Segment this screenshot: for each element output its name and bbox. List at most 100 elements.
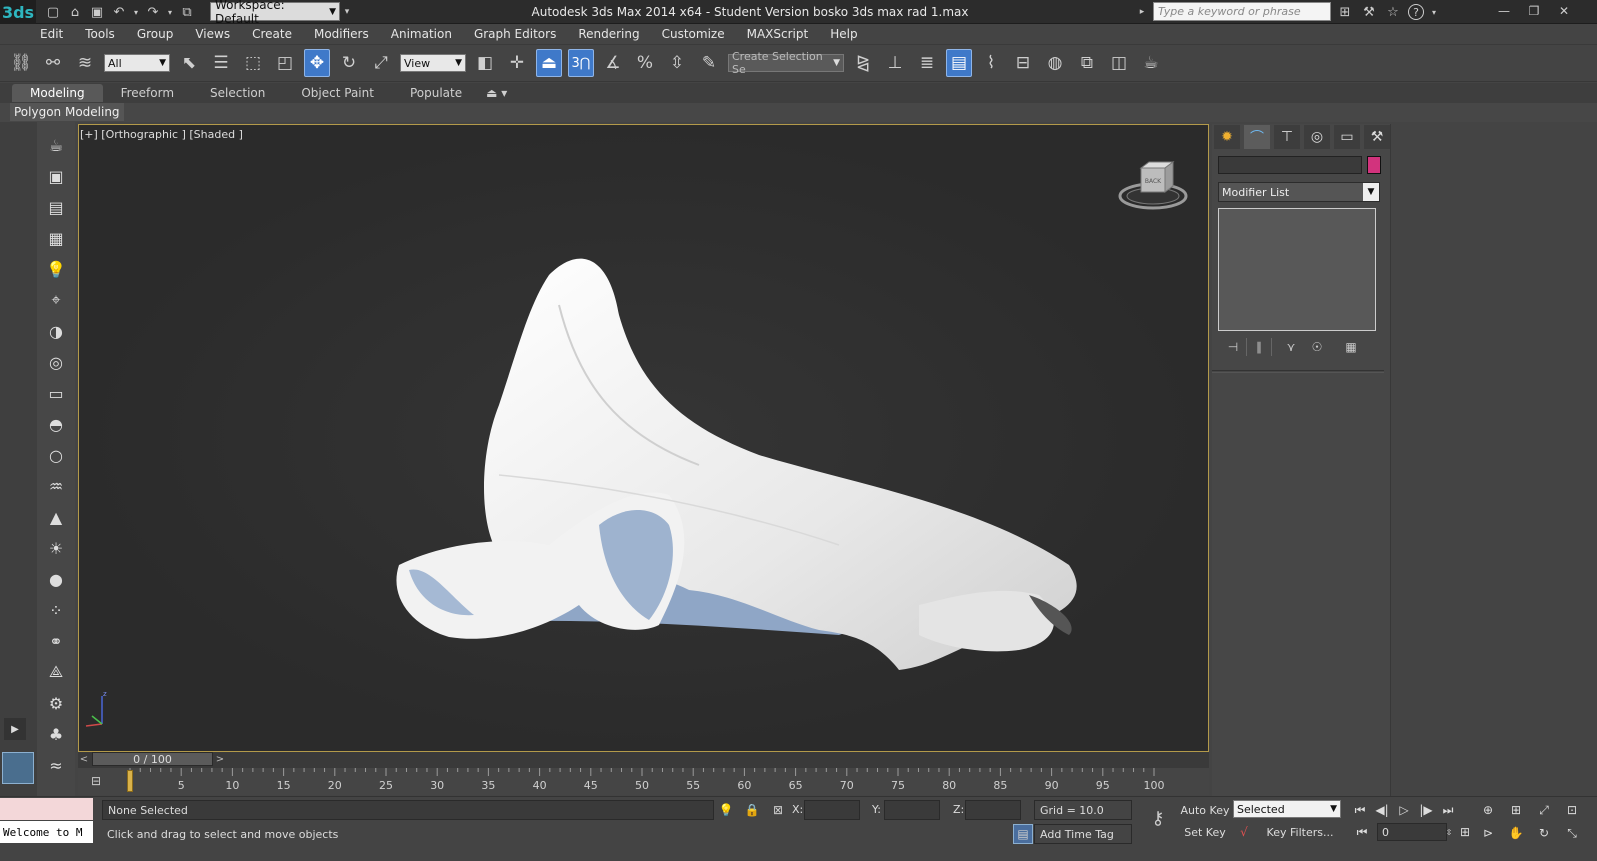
plane-icon[interactable]: ▭ bbox=[44, 381, 68, 405]
tab-freeform[interactable]: Freeform bbox=[103, 84, 192, 102]
ribbon-panel-polygon-modeling[interactable]: Polygon Modeling bbox=[10, 103, 124, 121]
display-tab-icon[interactable]: ▭ bbox=[1334, 125, 1360, 149]
undo-icon[interactable]: ↶ bbox=[110, 3, 128, 21]
pivot-center-icon[interactable]: ◧ bbox=[472, 49, 498, 77]
show-end-result-icon[interactable]: ∥ bbox=[1246, 338, 1272, 356]
star-icon[interactable]: ☆ bbox=[1384, 3, 1402, 21]
time-slider-prev-icon[interactable]: < bbox=[78, 752, 90, 766]
pan-view-icon[interactable]: ✋ bbox=[1506, 823, 1526, 843]
go-to-start-icon[interactable]: ⏮ bbox=[1350, 800, 1370, 820]
zoom-all-icon[interactable]: ⊞ bbox=[1506, 800, 1526, 820]
maxscript-listener[interactable]: Welcome to M bbox=[0, 821, 93, 843]
menu-animation[interactable]: Animation bbox=[391, 27, 452, 41]
set-key-button[interactable]: Set Key bbox=[1180, 822, 1230, 842]
time-slider-thumb[interactable]: 0 / 100 bbox=[92, 752, 213, 766]
schematic-view-icon[interactable]: ⊟ bbox=[1010, 49, 1036, 77]
menu-create[interactable]: Create bbox=[252, 27, 292, 41]
scene-list-icon[interactable]: ▤ bbox=[44, 195, 68, 219]
select-and-link-icon[interactable]: ⛓ bbox=[8, 49, 34, 77]
workspace-dropdown[interactable]: Workspace: Default ▼ bbox=[210, 0, 340, 26]
menu-graph-editors[interactable]: Graph Editors bbox=[474, 27, 556, 41]
key-mode-toggle-icon[interactable]: ⏮ bbox=[1352, 822, 1372, 842]
named-selection-sets-dropdown[interactable]: Create Selection Se ▼ bbox=[728, 50, 844, 76]
selection-lock-icon[interactable]: 🔒 bbox=[742, 800, 762, 820]
menu-rendering[interactable]: Rendering bbox=[578, 27, 639, 41]
tab-populate[interactable]: Populate bbox=[392, 84, 480, 102]
reference-coordinate-dropdown[interactable]: View ▼ bbox=[400, 54, 466, 72]
menu-tools[interactable]: Tools bbox=[85, 27, 115, 41]
molecule-icon[interactable]: ⚭ bbox=[44, 629, 68, 653]
time-tag-icon[interactable]: ▤ bbox=[1013, 824, 1033, 844]
modifier-list-dropdown[interactable]: Modifier List ▼ bbox=[1218, 182, 1380, 202]
foliage-icon[interactable]: ♣ bbox=[44, 722, 68, 746]
select-and-rotate-icon[interactable]: ↻ bbox=[336, 49, 362, 77]
viewport-label[interactable]: [+] [Orthographic ] [Shaded ] bbox=[80, 128, 243, 141]
quick-access-menu-icon[interactable]: ▾ bbox=[338, 3, 356, 21]
menu-modifiers[interactable]: Modifiers bbox=[314, 27, 369, 41]
select-by-name-icon[interactable]: ☰ bbox=[208, 49, 234, 77]
spinner-arrows-icon[interactable]: ⇳ bbox=[1444, 822, 1454, 842]
modify-tab-icon[interactable]: ⌒ bbox=[1244, 125, 1270, 149]
boolean-icon[interactable]: ⟁ bbox=[44, 660, 68, 684]
sphere-gold-icon[interactable]: ● bbox=[44, 567, 68, 591]
pin-stack-icon[interactable]: ⊣ bbox=[1220, 338, 1246, 356]
search-input[interactable]: Type a keyword or phrase bbox=[1153, 2, 1331, 21]
sphere-icon[interactable]: ○ bbox=[44, 443, 68, 467]
ribbon-options-icon[interactable]: ⏏ ▾ bbox=[480, 84, 513, 102]
minimize-icon[interactable]: — bbox=[1495, 3, 1513, 19]
angle-snap-icon[interactable]: ∡ bbox=[600, 49, 626, 77]
close-icon[interactable]: ✕ bbox=[1555, 3, 1573, 19]
render-setup-icon[interactable]: ⧉ bbox=[1074, 49, 1100, 77]
previous-frame-icon[interactable]: ◀| bbox=[1372, 800, 1392, 820]
gear-icon[interactable]: ⚙ bbox=[44, 691, 68, 715]
rendered-frame-window-icon[interactable]: ◫ bbox=[1106, 49, 1132, 77]
select-and-scale-icon[interactable]: ⤢ bbox=[368, 49, 394, 77]
expand-arrow-icon[interactable]: ▶ bbox=[4, 718, 26, 740]
create-tab-icon[interactable]: ✹ bbox=[1214, 125, 1240, 149]
mirror-icon[interactable]: ⧎ bbox=[850, 49, 876, 77]
spinner-snap-icon[interactable]: ⇳ bbox=[664, 49, 690, 77]
viewport-perspective[interactable] bbox=[78, 124, 1209, 752]
y-coordinate-field[interactable] bbox=[884, 800, 940, 820]
modifier-stack[interactable] bbox=[1218, 208, 1376, 331]
save-icon[interactable]: ▣ bbox=[88, 3, 106, 21]
absolute-mode-transform-icon[interactable]: ⊠ bbox=[768, 800, 788, 820]
menu-views[interactable]: Views bbox=[195, 27, 230, 41]
keyboard-shortcut-override-icon[interactable]: ⏏ bbox=[536, 49, 562, 77]
redo-dropdown-icon[interactable]: ▾ bbox=[166, 3, 174, 21]
current-frame-field[interactable]: 0 bbox=[1377, 823, 1447, 841]
play-icon[interactable]: ▷ bbox=[1394, 800, 1414, 820]
viewport-layout-icon[interactable] bbox=[2, 752, 34, 784]
tab-selection[interactable]: Selection bbox=[192, 84, 283, 102]
hierarchy-tab-icon[interactable]: ⊤ bbox=[1274, 125, 1300, 149]
percent-snap-icon[interactable]: % bbox=[632, 49, 658, 77]
app-logo-icon[interactable]: 3ds bbox=[0, 0, 36, 24]
curve-editor-icon[interactable]: ⌇ bbox=[978, 49, 1004, 77]
maximize-viewport-icon[interactable]: ⤡ bbox=[1562, 823, 1582, 843]
add-time-tag-button[interactable]: Add Time Tag bbox=[1034, 824, 1132, 844]
key-mode-dropdown[interactable]: Selected ▼ bbox=[1233, 800, 1341, 818]
track-bar[interactable]: 0510152025303540455055606570758085909510… bbox=[78, 768, 1209, 795]
help-dropdown-icon[interactable]: ▾ bbox=[1430, 3, 1438, 21]
object-name-field[interactable] bbox=[1218, 156, 1362, 174]
restore-icon[interactable]: ❐ bbox=[1525, 3, 1543, 19]
make-unique-icon[interactable]: ⋎ bbox=[1278, 338, 1304, 356]
shape-icon[interactable]: ◑ bbox=[44, 319, 68, 343]
z-coordinate-field[interactable] bbox=[965, 800, 1021, 820]
menu-group[interactable]: Group bbox=[137, 27, 174, 41]
hemisphere-icon[interactable]: ◓ bbox=[44, 412, 68, 436]
tab-object-paint[interactable]: Object Paint bbox=[283, 84, 392, 102]
menu-maxscript[interactable]: MAXScript bbox=[747, 27, 809, 41]
table-icon[interactable]: ▦ bbox=[44, 226, 68, 250]
menu-help[interactable]: Help bbox=[830, 27, 857, 41]
auto-key-button[interactable]: Auto Key bbox=[1180, 800, 1230, 820]
menu-edit[interactable]: Edit bbox=[40, 27, 63, 41]
maxscript-listener-top[interactable] bbox=[0, 798, 93, 820]
go-to-end-icon[interactable]: ⏭ bbox=[1438, 800, 1458, 820]
help-icon[interactable]: ? bbox=[1408, 4, 1424, 20]
layer-explorer-icon[interactable]: ≣ bbox=[914, 49, 940, 77]
rectangular-selection-icon[interactable]: ⬚ bbox=[240, 49, 266, 77]
select-object-icon[interactable]: ⬉ bbox=[176, 49, 202, 77]
menu-customize[interactable]: Customize bbox=[662, 27, 725, 41]
material-editor-icon[interactable]: ◍ bbox=[1042, 49, 1068, 77]
